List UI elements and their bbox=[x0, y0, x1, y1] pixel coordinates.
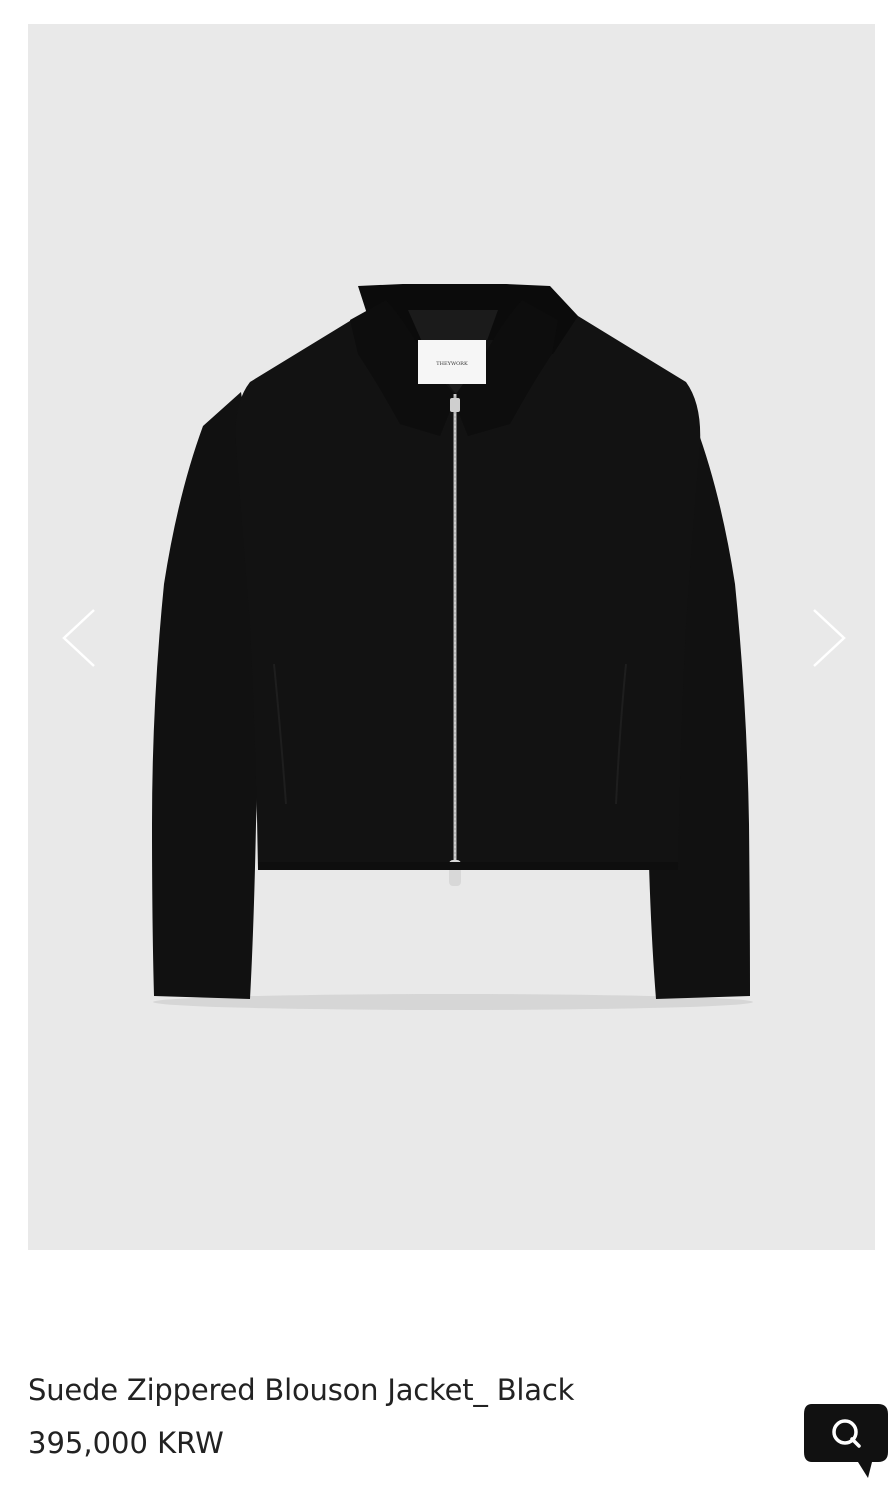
product-image-black-suede-jacket: THEYWORK bbox=[152, 284, 753, 1010]
product-image-gallery[interactable]: THEYWORK bbox=[28, 24, 875, 1250]
chevron-right-icon bbox=[813, 609, 846, 667]
product-price: 395,000 KRW bbox=[28, 1426, 224, 1460]
chevron-left-icon bbox=[62, 609, 95, 667]
product-page: THEYWORK Suede Zippered Blouson Jacket_ … bbox=[0, 0, 893, 1500]
product-info: Suede Zippered Blouson Jacket_ Black 395… bbox=[28, 1368, 788, 1465]
search-chat-icon bbox=[804, 1404, 888, 1478]
gallery-prev-button[interactable] bbox=[54, 606, 110, 670]
neck-label-text: THEYWORK bbox=[436, 361, 468, 367]
chat-search-button[interactable] bbox=[802, 1402, 890, 1482]
product-title[interactable]: Suede Zippered Blouson Jacket_ Black bbox=[28, 1368, 788, 1412]
gallery-next-button[interactable] bbox=[798, 606, 854, 670]
